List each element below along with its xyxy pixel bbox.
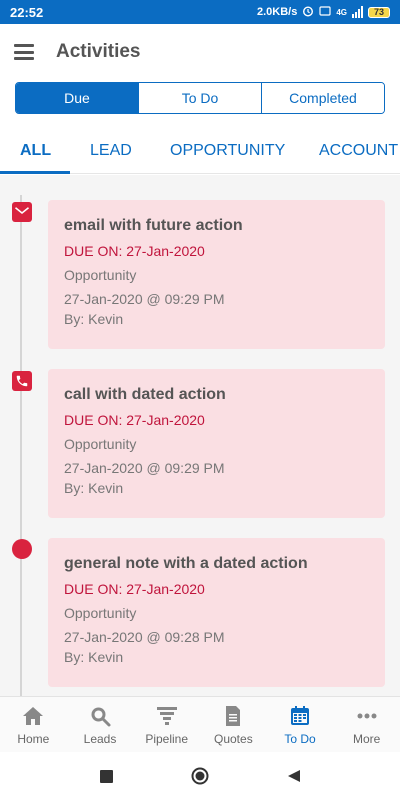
activity-datetime: 27-Jan-2020 @ 09:29 PM — [64, 460, 225, 476]
timeline-line — [20, 195, 22, 696]
pipeline-funnel-icon — [156, 706, 177, 725]
square-icon — [99, 769, 113, 783]
nav-leads[interactable]: Leads — [67, 697, 134, 752]
wifi-icon — [319, 5, 331, 20]
activity-title: call with dated action — [64, 386, 226, 403]
phone-icon — [12, 371, 32, 391]
nav-quotes[interactable]: Quotes — [200, 697, 267, 752]
activity-due-date: DUE ON: 27-Jan-2020 — [64, 412, 205, 428]
segment-completed[interactable]: Completed — [261, 83, 384, 113]
home-button[interactable] — [188, 764, 212, 788]
activity-list[interactable]: email with future action DUE ON: 27-Jan-… — [0, 175, 400, 696]
email-icon — [12, 202, 32, 222]
nav-label: Home — [17, 731, 50, 746]
activity-title: general note with a dated action — [64, 555, 308, 572]
tab-opportunity[interactable]: OPPORTUNITY — [170, 128, 285, 173]
network-speed: 2.0KB/s — [256, 6, 298, 18]
tab-account[interactable]: ACCOUNT — [319, 128, 398, 173]
activity-related-type: Opportunity — [64, 436, 137, 452]
status-indicators: 2.0KB/s 4G 73 — [257, 5, 390, 20]
back-button[interactable] — [282, 764, 306, 788]
activity-owner: By: Kevin — [64, 311, 124, 327]
signal-icon — [352, 6, 363, 18]
back-triangle-icon — [288, 770, 300, 782]
category-tabs: ALL LEAD OPPORTUNITY ACCOUNT — [0, 128, 400, 174]
recents-button[interactable] — [94, 764, 118, 788]
battery-icon: 73 — [368, 6, 390, 18]
activity-owner: By: Kevin — [64, 480, 124, 496]
app-bar: Activities — [0, 24, 400, 80]
nav-label: Pipeline — [145, 731, 189, 746]
nav-pipeline[interactable]: Pipeline — [133, 697, 200, 752]
nav-label: Leads — [83, 731, 117, 746]
alarm-icon — [302, 5, 314, 20]
hamburger-menu-icon[interactable] — [14, 44, 34, 60]
activity-card[interactable]: call with dated action DUE ON: 27-Jan-20… — [48, 369, 385, 518]
activity-title: email with future action — [64, 217, 243, 234]
activity-due-date: DUE ON: 27-Jan-2020 — [64, 243, 205, 259]
activity-card[interactable]: general note with a dated action DUE ON:… — [48, 538, 385, 687]
activity-datetime: 27-Jan-2020 @ 09:28 PM — [64, 629, 225, 645]
nav-label: Quotes — [214, 731, 253, 746]
active-tab-indicator — [0, 171, 70, 174]
activity-owner: By: Kevin — [64, 649, 124, 665]
more-dots-icon — [357, 713, 377, 718]
circle-icon — [191, 767, 209, 785]
leads-search-icon — [91, 707, 111, 726]
note-dot-icon — [12, 539, 32, 559]
segment-todo[interactable]: To Do — [138, 83, 261, 113]
page-title: Activities — [56, 41, 141, 62]
status-time: 22:52 — [10, 4, 44, 20]
nav-todo[interactable]: To Do — [267, 697, 334, 752]
nav-more[interactable]: More — [333, 697, 400, 752]
activity-related-type: Opportunity — [64, 605, 137, 621]
bottom-navigation: Home Leads Pipeline Quotes To Do More — [0, 696, 400, 752]
quotes-document-icon — [226, 705, 241, 726]
activity-datetime: 27-Jan-2020 @ 09:29 PM — [64, 291, 225, 307]
activity-related-type: Opportunity — [64, 267, 137, 283]
status-filter-segmented-control: Due To Do Completed — [15, 82, 385, 114]
network-type: 4G — [336, 7, 347, 17]
nav-label: More — [353, 731, 381, 746]
segment-due[interactable]: Due — [16, 83, 138, 113]
tab-all[interactable]: ALL — [20, 128, 51, 173]
calendar-icon — [291, 705, 310, 725]
activity-due-date: DUE ON: 27-Jan-2020 — [64, 581, 205, 597]
nav-label: To Do — [284, 731, 316, 746]
system-navigation-bar — [0, 752, 400, 800]
nav-home[interactable]: Home — [0, 697, 67, 752]
activity-card[interactable]: email with future action DUE ON: 27-Jan-… — [48, 200, 385, 349]
home-icon — [23, 706, 44, 725]
tab-lead[interactable]: LEAD — [90, 128, 132, 173]
status-bar: 22:52 2.0KB/s 4G 73 — [0, 0, 400, 24]
